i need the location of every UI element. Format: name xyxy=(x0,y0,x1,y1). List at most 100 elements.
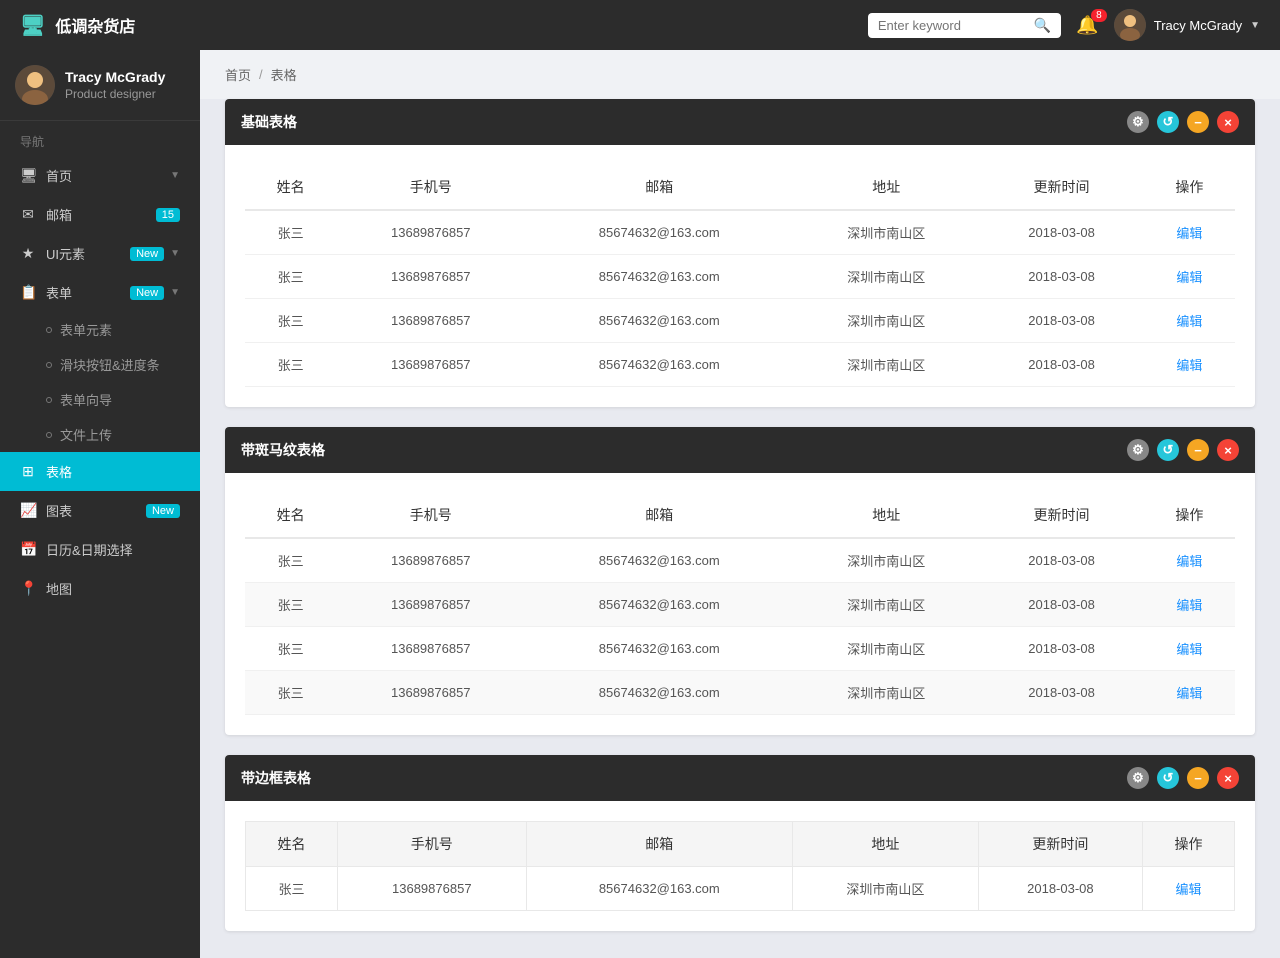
sidebar-item-home-label: 首页 xyxy=(46,166,72,185)
settings-button[interactable]: ⚙ xyxy=(1127,439,1149,461)
sidebar-item-ui[interactable]: ★ UI元素 New ▼ xyxy=(0,234,200,273)
striped-table-card-header: 带斑马纹表格 ⚙ ↺ − × xyxy=(225,427,1255,473)
breadcrumb: 首页 / 表格 xyxy=(200,50,1280,99)
cell-action[interactable]: 编辑 xyxy=(1144,583,1235,627)
sidebar-item-chart[interactable]: 📈 图表 New xyxy=(0,491,200,530)
cell-name: 张三 xyxy=(246,867,338,911)
col-name: 姓名 xyxy=(245,165,336,210)
cell-action[interactable]: 编辑 xyxy=(1144,627,1235,671)
sidebar-user-profile: Tracy McGrady Product designer xyxy=(0,50,200,121)
table-row: 张三 13689876857 85674632@163.com 深圳市南山区 2… xyxy=(245,627,1235,671)
mail-icon: ✉ xyxy=(20,206,36,223)
sidebar-item-calendar[interactable]: 📅 日历&日期选择 xyxy=(0,530,200,569)
edit-link[interactable]: 编辑 xyxy=(1176,598,1202,613)
cell-email: 85674632@163.com xyxy=(525,210,793,255)
edit-link[interactable]: 编辑 xyxy=(1176,686,1202,701)
topbar-right: 🔍 🔔 8 Tracy McGrady ▼ xyxy=(868,9,1260,41)
close-button[interactable]: × xyxy=(1217,111,1239,133)
sidebar-item-mail[interactable]: ✉ 邮箱 15 xyxy=(0,195,200,234)
minimize-button[interactable]: − xyxy=(1187,111,1209,133)
refresh-button[interactable]: ↺ xyxy=(1157,111,1179,133)
edit-link[interactable]: 编辑 xyxy=(1176,226,1202,241)
cell-action[interactable]: 编辑 xyxy=(1144,671,1235,715)
bordered-table-card: 带边框表格 ⚙ ↺ − × 姓名 手机号 邮箱 xyxy=(225,755,1255,931)
sidebar-item-home[interactable]: 🖥 首页 ▼ xyxy=(0,156,200,195)
cell-phone: 13689876857 xyxy=(336,583,525,627)
edit-link[interactable]: 编辑 xyxy=(1176,642,1202,657)
cell-address: 深圳市南山区 xyxy=(793,538,979,583)
close-button[interactable]: × xyxy=(1217,439,1239,461)
col-email: 邮箱 xyxy=(526,822,792,867)
breadcrumb-home[interactable]: 首页 xyxy=(225,65,251,84)
table-header-row: 姓名 手机号 邮箱 地址 更新时间 操作 xyxy=(246,822,1235,867)
cell-phone: 13689876857 xyxy=(336,671,525,715)
table-header-row: 姓名 手机号 邮箱 地址 更新时间 操作 xyxy=(245,493,1235,538)
edit-link[interactable]: 编辑 xyxy=(1176,554,1202,569)
table-row: 张三 13689876857 85674632@163.com 深圳市南山区 2… xyxy=(245,210,1235,255)
edit-link[interactable]: 编辑 xyxy=(1176,270,1202,285)
search-box[interactable]: 🔍 xyxy=(868,13,1061,38)
chevron-right-icon: ▼ xyxy=(170,170,180,181)
sidebar-user-role: Product designer xyxy=(65,87,165,101)
notification-badge: 8 xyxy=(1091,9,1107,22)
cell-action[interactable]: 编辑 xyxy=(1144,210,1235,255)
edit-link[interactable]: 编辑 xyxy=(1176,314,1202,329)
cell-updated: 2018-03-08 xyxy=(979,299,1143,343)
minimize-button[interactable]: − xyxy=(1187,767,1209,789)
edit-link[interactable]: 编辑 xyxy=(1176,358,1202,373)
cell-name: 张三 xyxy=(245,583,336,627)
close-button[interactable]: × xyxy=(1217,767,1239,789)
cell-updated: 2018-03-08 xyxy=(978,867,1142,911)
cell-email: 85674632@163.com xyxy=(525,343,793,387)
cell-email: 85674632@163.com xyxy=(525,538,793,583)
cell-action[interactable]: 编辑 xyxy=(1144,255,1235,299)
cell-phone: 13689876857 xyxy=(337,867,526,911)
refresh-button[interactable]: ↺ xyxy=(1157,767,1179,789)
cell-action[interactable]: 编辑 xyxy=(1144,299,1235,343)
cell-action[interactable]: 编辑 xyxy=(1144,538,1235,583)
cell-phone: 13689876857 xyxy=(336,343,525,387)
main-content: 首页 / 表格 基础表格 ⚙ ↺ − × xyxy=(200,50,1280,958)
settings-button[interactable]: ⚙ xyxy=(1127,767,1149,789)
refresh-button[interactable]: ↺ xyxy=(1157,439,1179,461)
sidebar-item-form-guide[interactable]: 表单向导 xyxy=(0,382,200,417)
cell-action[interactable]: 编辑 xyxy=(1143,867,1235,911)
cell-email: 85674632@163.com xyxy=(525,583,793,627)
user-name: Tracy McGrady xyxy=(1154,18,1242,33)
cell-email: 85674632@163.com xyxy=(525,299,793,343)
cell-phone: 13689876857 xyxy=(336,627,525,671)
sidebar-item-upload[interactable]: 文件上传 xyxy=(0,417,200,452)
sidebar-item-slider[interactable]: 滑块按钮&进度条 xyxy=(0,347,200,382)
table-row: 张三 13689876857 85674632@163.com 深圳市南山区 2… xyxy=(245,299,1235,343)
notification-button[interactable]: 🔔 8 xyxy=(1076,15,1098,36)
sidebar-item-map-label: 地图 xyxy=(46,579,72,598)
cell-action[interactable]: 编辑 xyxy=(1144,343,1235,387)
cell-email: 85674632@163.com xyxy=(525,255,793,299)
nav-section-title: 导航 xyxy=(0,121,200,156)
breadcrumb-current: 表格 xyxy=(271,65,297,84)
sidebar-item-form-elements[interactable]: 表单元素 xyxy=(0,312,200,347)
basic-table-body: 姓名 手机号 邮箱 地址 更新时间 操作 张三 13689876857 8567… xyxy=(225,145,1255,407)
star-icon: ★ xyxy=(20,245,36,262)
sidebar-item-table[interactable]: ⊞ 表格 xyxy=(0,452,200,491)
settings-button[interactable]: ⚙ xyxy=(1127,111,1149,133)
user-menu[interactable]: Tracy McGrady ▼ xyxy=(1114,9,1260,41)
search-input[interactable] xyxy=(878,18,1028,33)
cell-name: 张三 xyxy=(245,255,336,299)
striped-table-body: 姓名 手机号 邮箱 地址 更新时间 操作 张三 13689876857 8567… xyxy=(225,473,1255,735)
table-row: 张三 13689876857 85674632@163.com 深圳市南山区 2… xyxy=(245,583,1235,627)
basic-table: 姓名 手机号 邮箱 地址 更新时间 操作 张三 13689876857 8567… xyxy=(245,165,1235,387)
col-action: 操作 xyxy=(1144,165,1235,210)
cell-address: 深圳市南山区 xyxy=(793,627,979,671)
cell-name: 张三 xyxy=(245,343,336,387)
edit-link[interactable]: 编辑 xyxy=(1175,882,1201,897)
minimize-button[interactable]: − xyxy=(1187,439,1209,461)
sidebar-item-map[interactable]: 📍 地图 xyxy=(0,569,200,608)
sidebar-item-form[interactable]: 📋 表单 New ▼ xyxy=(0,273,200,312)
striped-table-card: 带斑马纹表格 ⚙ ↺ − × 姓名 手机号 邮箱 xyxy=(225,427,1255,735)
cell-email: 85674632@163.com xyxy=(525,627,793,671)
table-row: 张三 13689876857 85674632@163.com 深圳市南山区 2… xyxy=(245,538,1235,583)
sidebar-item-mail-label: 邮箱 xyxy=(46,205,72,224)
monitor-icon: 🖥 xyxy=(20,13,45,38)
ui-new-badge: New xyxy=(130,247,164,261)
